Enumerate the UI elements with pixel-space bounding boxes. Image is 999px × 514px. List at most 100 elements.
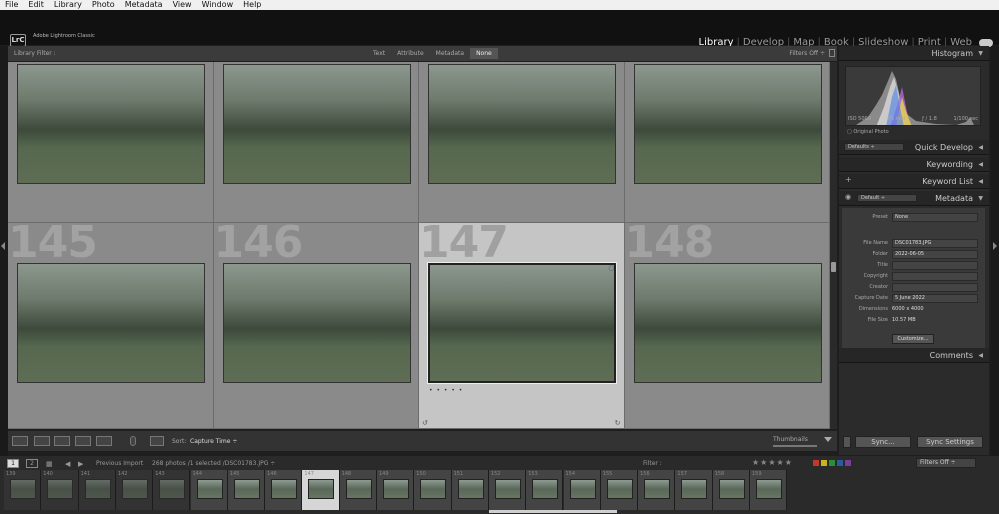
metadata-value[interactable]: DSC01783.JPG bbox=[892, 239, 978, 248]
grid-icon[interactable]: ▦ bbox=[46, 460, 53, 468]
metadata-view-select[interactable]: Default ÷ bbox=[857, 194, 917, 202]
menu-library[interactable]: Library bbox=[49, 0, 87, 10]
filmstrip-thumb[interactable]: 142 bbox=[115, 470, 154, 510]
keywording-header[interactable]: Keywording ◀ bbox=[839, 157, 989, 172]
filmstrip-thumb[interactable]: 158 bbox=[712, 470, 750, 510]
photo-thumbnail[interactable] bbox=[633, 64, 822, 184]
filters-off-select[interactable]: Filters Off ÷ bbox=[916, 458, 976, 468]
grid-cell[interactable]: 147 • • • • • ↺ ↻ ○ bbox=[419, 217, 625, 429]
filmstrip-image[interactable] bbox=[606, 479, 633, 499]
grid-cell[interactable]: 145 bbox=[8, 217, 214, 429]
right-panel-edge[interactable] bbox=[991, 46, 999, 456]
quick-develop-preset[interactable]: Defaults ÷ bbox=[844, 143, 904, 151]
filmstrip-image[interactable] bbox=[159, 479, 186, 499]
source-label[interactable]: Previous Import bbox=[96, 460, 143, 467]
filmstrip-thumb[interactable]: 159 bbox=[750, 470, 788, 510]
sync-settings-button[interactable]: Sync Settings bbox=[917, 436, 983, 448]
filter-tab-attribute[interactable]: Attribute bbox=[391, 48, 430, 59]
loupe-view-icon[interactable] bbox=[34, 436, 50, 446]
filmstrip-thumb[interactable]: 151 bbox=[451, 470, 489, 510]
photo-thumbnail[interactable] bbox=[222, 64, 411, 184]
color-swatch[interactable] bbox=[845, 460, 851, 466]
filter-tab-metadata[interactable]: Metadata bbox=[430, 48, 470, 59]
expand-icon[interactable]: ◀ bbox=[978, 348, 983, 363]
filmstrip-image[interactable] bbox=[644, 479, 671, 499]
filmstrip-thumb[interactable]: 147 bbox=[302, 470, 340, 510]
forward-icon[interactable]: ▶ bbox=[78, 460, 83, 468]
metadata-value[interactable] bbox=[892, 261, 978, 270]
add-keyword-icon[interactable]: + bbox=[845, 175, 852, 184]
filmstrip-image[interactable] bbox=[756, 479, 782, 499]
filmstrip-image[interactable] bbox=[271, 479, 298, 499]
metadata-value[interactable] bbox=[892, 283, 978, 292]
filmstrip-thumb[interactable]: 155 bbox=[600, 470, 639, 510]
filmstrip-thumb[interactable]: 149 bbox=[377, 470, 415, 510]
menu-edit[interactable]: Edit bbox=[23, 0, 49, 10]
eye-icon[interactable]: ◉ bbox=[845, 193, 851, 201]
sync-button[interactable]: Sync... bbox=[855, 436, 911, 448]
color-swatch[interactable] bbox=[821, 460, 827, 466]
grid-cell[interactable]: 148 bbox=[624, 217, 830, 429]
collapse-right-icon[interactable] bbox=[993, 242, 997, 250]
photo-thumbnail[interactable] bbox=[17, 64, 205, 184]
expand-left-icon[interactable] bbox=[1, 242, 5, 250]
color-swatch[interactable] bbox=[837, 460, 843, 466]
original-photo-toggle[interactable]: ▢ Original Photo bbox=[847, 129, 889, 135]
thumbnail-size-slider[interactable] bbox=[773, 445, 817, 447]
filmstrip-image[interactable] bbox=[121, 479, 148, 499]
comments-header[interactable]: Comments ◀ bbox=[839, 348, 989, 363]
photo-thumbnail[interactable] bbox=[427, 262, 617, 384]
grid-cell[interactable] bbox=[624, 62, 830, 223]
filter-tab-text[interactable]: Text bbox=[367, 48, 391, 59]
filmstrip-image[interactable] bbox=[383, 479, 409, 499]
menu-view[interactable]: View bbox=[168, 0, 197, 10]
filmstrip-thumb[interactable]: 146 bbox=[265, 470, 303, 510]
filmstrip-thumb[interactable]: 145 bbox=[227, 470, 266, 510]
filmstrip-image[interactable] bbox=[10, 479, 36, 499]
filmstrip-thumb[interactable]: 150 bbox=[414, 470, 452, 510]
filmstrip-image[interactable] bbox=[420, 479, 447, 499]
filmstrip-thumb[interactable]: 148 bbox=[339, 470, 377, 510]
collapse-icon[interactable]: ▼ bbox=[978, 191, 983, 206]
sync-toggle[interactable] bbox=[843, 436, 851, 448]
grid-cell[interactable] bbox=[8, 62, 214, 223]
photo-thumbnail[interactable] bbox=[633, 263, 822, 383]
scroll-thumb[interactable] bbox=[831, 262, 836, 272]
expand-icon[interactable]: ◀ bbox=[978, 174, 983, 189]
filmstrip-image[interactable] bbox=[681, 479, 708, 499]
filmstrip-image[interactable] bbox=[494, 479, 521, 499]
filmstrip-image[interactable] bbox=[457, 479, 484, 499]
grid-scrollbar[interactable] bbox=[830, 62, 837, 429]
grid-cell[interactable] bbox=[213, 62, 419, 223]
filmstrip-thumb[interactable]: 139 bbox=[4, 470, 42, 510]
metadata-value[interactable]: 5 June 2022 bbox=[892, 294, 978, 303]
compare-view-icon[interactable] bbox=[54, 436, 70, 446]
filmstrip-thumb[interactable]: 153 bbox=[526, 470, 564, 510]
filmstrip-image[interactable] bbox=[47, 479, 74, 499]
filmstrip-thumb[interactable]: 141 bbox=[78, 470, 116, 510]
filter-preset-select[interactable]: Filters Off ÷ bbox=[789, 50, 825, 57]
survey-view-icon[interactable] bbox=[75, 436, 91, 446]
filmstrip-thumb[interactable]: 154 bbox=[563, 470, 601, 510]
grid-view-icon[interactable] bbox=[12, 436, 28, 446]
metadata-value[interactable]: 2022-06-05 bbox=[892, 250, 978, 259]
menu-window[interactable]: Window bbox=[197, 0, 239, 10]
filmstrip-thumb[interactable]: 140 bbox=[41, 470, 79, 510]
keyword-list-header[interactable]: Keyword List ◀ bbox=[839, 174, 989, 189]
filmstrip-thumb[interactable]: 152 bbox=[488, 470, 527, 510]
page-1-button[interactable]: 1 bbox=[7, 459, 19, 468]
menu-help[interactable]: Help bbox=[238, 0, 266, 10]
rotate-left-icon[interactable]: ↺ bbox=[422, 419, 428, 427]
left-panel-collapsed[interactable] bbox=[0, 46, 8, 456]
histogram-header[interactable]: Histogram ▼ bbox=[839, 46, 989, 61]
grid-cell[interactable] bbox=[419, 62, 625, 223]
sort-select[interactable]: Capture Time ÷ bbox=[190, 438, 237, 445]
color-swatch[interactable] bbox=[829, 460, 835, 466]
photo-thumbnail[interactable] bbox=[428, 64, 616, 184]
filmstrip-image[interactable] bbox=[196, 479, 223, 499]
page-2-button[interactable]: 2 bbox=[26, 459, 38, 468]
menu-metadata[interactable]: Metadata bbox=[120, 0, 168, 10]
filmstrip-image[interactable] bbox=[233, 479, 260, 499]
filmstrip-image[interactable] bbox=[345, 479, 372, 499]
rating-dots[interactable]: • • • • • bbox=[429, 387, 463, 394]
